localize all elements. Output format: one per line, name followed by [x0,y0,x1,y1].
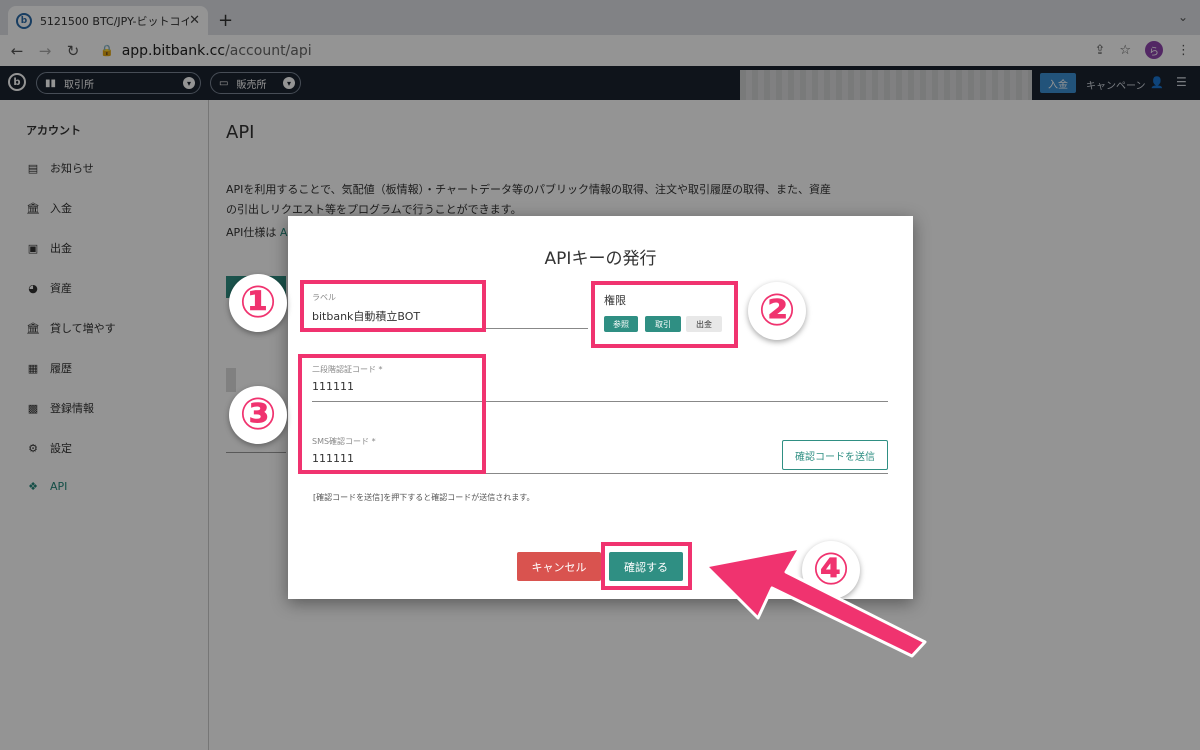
annotation-arrow-icon [704,546,927,658]
